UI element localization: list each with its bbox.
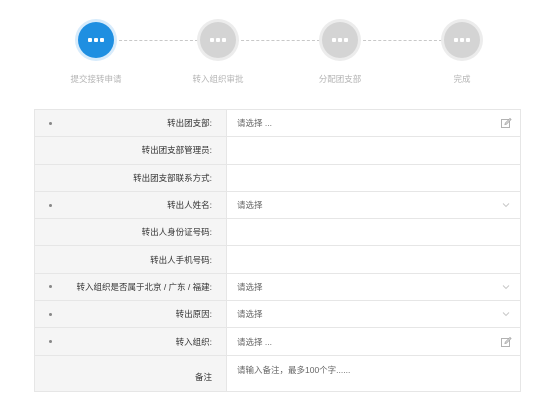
field-label: 转出团支部联系方式: [35, 164, 227, 191]
edit-icon[interactable] [500, 117, 512, 129]
readonly-field [227, 137, 521, 164]
form-row-reason: 转出原因: 请选择 [35, 301, 521, 329]
more-dots-icon [200, 22, 236, 58]
field-label-text: 转出人手机号码: [150, 254, 212, 265]
field-label: 转出人手机号码: [35, 246, 227, 273]
chevron-down-icon[interactable] [500, 281, 512, 293]
field-label: 转出人姓名: [35, 191, 227, 219]
step-1-label: 提交接转申请 [70, 74, 122, 84]
more-dots-icon [444, 22, 480, 58]
field-label: 转入组织是否属于北京 / 广东 / 福建: [35, 273, 227, 301]
form-row-person-name: 转出人姓名: 请选择 [35, 191, 521, 220]
required-dot-icon [49, 121, 52, 125]
field-label-text: 转入组织是否属于北京 / 广东 / 福建: [76, 281, 212, 292]
field-label-text: 转出团支部联系方式: [133, 172, 212, 183]
step-3-node [322, 22, 358, 58]
select-field[interactable]: 请选择 [227, 273, 521, 301]
field-label: 转出原因: [35, 301, 227, 328]
step-connector [358, 40, 442, 41]
field-label-text: 转入组织: [175, 336, 212, 347]
more-dots-icon [78, 22, 114, 58]
picker-field[interactable]: 请选择 ... [227, 110, 521, 137]
step-1-node [78, 22, 114, 58]
field-value: 请输入备注，最多100个字...... [237, 364, 351, 375]
select-field[interactable]: 请选择 [227, 301, 521, 328]
form-row-branch-in: 转入组织: 请选择 ... [35, 328, 521, 356]
form-row-person-phone: 转出人手机号码: [35, 246, 521, 274]
form-row-branch-out: 转出团支部: 请选择 ... [35, 110, 521, 138]
form-row-remark: 备注 请输入备注，最多100个字...... [35, 355, 521, 392]
field-label: 转出人身份证号码: [35, 219, 227, 246]
required-dot-icon [49, 203, 52, 207]
field-label: 转入组织: [35, 328, 227, 355]
form-row-branch-out-contact: 转出团支部联系方式: [35, 164, 521, 192]
step-4-label: 完成 [453, 74, 471, 84]
field-label-text: 备注 [194, 371, 212, 382]
step-4-node [444, 22, 480, 58]
step-2-node [200, 22, 236, 58]
form-row-region-choice: 转入组织是否属于北京 / 广东 / 福建: 请选择 [35, 273, 521, 302]
field-label-text: 转出人身份证号码: [141, 227, 212, 238]
field-label-text: 转出原因: [175, 309, 212, 320]
field-value: 请选择 ... [237, 336, 272, 347]
chevron-down-icon[interactable] [500, 308, 512, 320]
progress-stepper: 提交接转申请 转入组织审批 分配团支部 完成 [0, 0, 548, 95]
select-field[interactable]: 请选择 [227, 191, 521, 219]
step-connector [236, 40, 320, 41]
picker-field[interactable]: 请选择 ... [227, 328, 521, 355]
more-dots-icon [322, 22, 358, 58]
field-label: 备注 [35, 355, 227, 391]
form-row-branch-out-admin: 转出团支部管理员: [35, 137, 521, 165]
field-label: 转出团支部管理员: [35, 137, 227, 164]
remark-textarea[interactable]: 请输入备注，最多100个字...... [227, 355, 521, 391]
readonly-field [227, 246, 521, 273]
field-value: 请选择 [237, 309, 263, 320]
readonly-field [227, 219, 521, 246]
step-3-label: 分配团支部 [318, 74, 362, 84]
required-dot-icon [49, 340, 52, 344]
transfer-form: 转出团支部: 请选择 ... 转出团支部管理员: 转出团支部联系方式: 转出人姓名: 请选… [34, 109, 521, 392]
field-label: 转出团支部: [35, 110, 227, 137]
step-2-label: 转入组织审批 [192, 74, 244, 84]
form-row-person-id: 转出人身份证号码: [35, 219, 521, 247]
readonly-field [227, 164, 521, 191]
chevron-down-icon[interactable] [500, 199, 512, 211]
field-label-text: 转出团支部管理员: [141, 145, 212, 156]
required-dot-icon [49, 312, 52, 316]
field-value: 请选择 ... [237, 118, 272, 129]
field-value: 请选择 [237, 281, 263, 292]
field-value: 请选择 [237, 200, 263, 211]
step-connector [114, 40, 198, 41]
required-dot-icon [49, 285, 52, 289]
field-label-text: 转出团支部: [167, 118, 212, 129]
field-label-text: 转出人姓名: [167, 200, 212, 211]
edit-icon[interactable] [500, 336, 512, 348]
